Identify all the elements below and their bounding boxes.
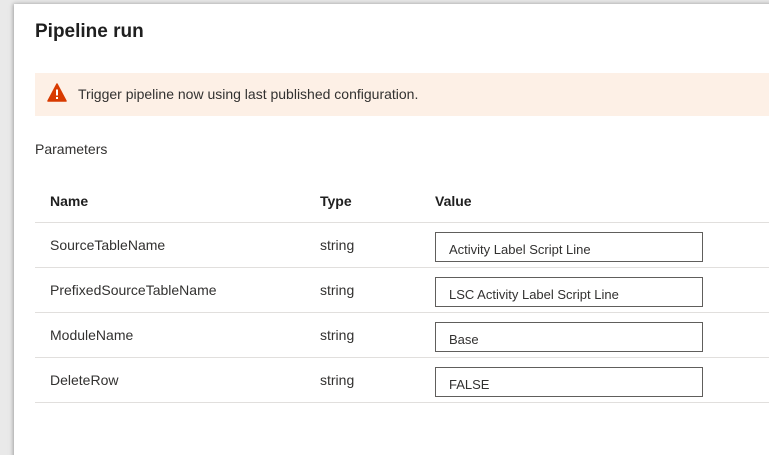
warning-icon	[47, 83, 67, 102]
table-row: SourceTableName string	[35, 223, 769, 268]
column-header-type: Type	[320, 192, 352, 209]
parameter-value-cell	[435, 358, 703, 402]
parameter-type: string	[320, 282, 355, 298]
parameter-value-input[interactable]	[435, 232, 703, 262]
parameter-name: DeleteRow	[50, 372, 119, 388]
parameter-value-input[interactable]	[435, 367, 703, 397]
parameter-type: string	[320, 237, 355, 253]
page-title: Pipeline run	[35, 21, 144, 42]
parameters-grid: Name Type Value SourceTableName string P…	[35, 179, 769, 403]
parameter-value-cell	[435, 223, 703, 267]
table-row: ModuleName string	[35, 313, 769, 358]
parameter-type: string	[320, 327, 355, 343]
table-row: PrefixedSourceTableName string	[35, 268, 769, 313]
column-header-name: Name	[50, 192, 89, 209]
parameter-name: ModuleName	[50, 327, 134, 343]
page: Pipeline run Trigger pipeline now using …	[0, 0, 769, 455]
parameter-value-cell	[435, 313, 703, 357]
parameter-value-input[interactable]	[435, 277, 703, 307]
warning-text: Trigger pipeline now using last publishe…	[78, 86, 419, 102]
parameter-name: PrefixedSourceTableName	[50, 282, 217, 298]
table-row: DeleteRow string	[35, 358, 769, 403]
warning-banner: Trigger pipeline now using last publishe…	[35, 73, 769, 116]
parameter-value-input[interactable]	[435, 322, 703, 352]
parameter-name: SourceTableName	[50, 237, 166, 253]
column-header-value: Value	[435, 192, 472, 209]
parameters-label: Parameters	[35, 141, 108, 157]
parameter-value-cell	[435, 268, 703, 312]
grid-header-row: Name Type Value	[35, 179, 769, 223]
parameter-type: string	[320, 372, 355, 388]
pipeline-run-panel: Pipeline run Trigger pipeline now using …	[14, 4, 769, 455]
